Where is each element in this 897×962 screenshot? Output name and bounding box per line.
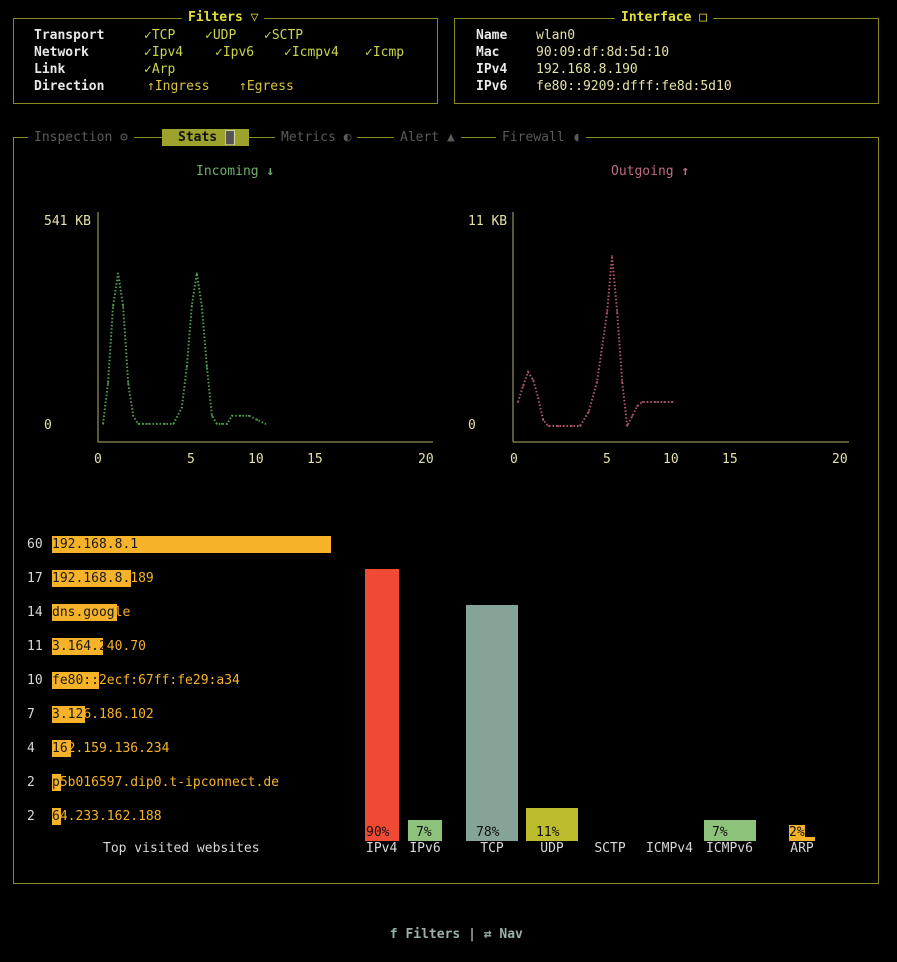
protocol-bar-ipv4 [365, 569, 399, 841]
outgoing-data-point [587, 411, 590, 413]
separator: | [468, 927, 476, 942]
site-host-label[interactable]: 192.168.8.1 [52, 536, 138, 554]
protocol-pct-label: 11% [536, 825, 560, 840]
site-count: 11 [27, 639, 43, 654]
site-count: 2 [27, 775, 35, 790]
protocol-name-label: IPv6 [409, 841, 441, 856]
outgoing-data-point [570, 425, 573, 427]
outgoing-data-point [532, 379, 535, 381]
protocol-pct-label: 7% [416, 825, 432, 840]
outgoing-xtick: 5 [603, 452, 611, 467]
outgoing-series-line [517, 255, 673, 430]
outgoing-data-point [641, 401, 644, 403]
outgoing-data-point [663, 401, 666, 403]
outgoing-data-point [601, 347, 603, 349]
outgoing-xtick: 0 [510, 452, 518, 467]
protocol-name-label: IPv4 [366, 841, 398, 856]
outgoing-data-point [621, 381, 624, 383]
site-count: 10 [27, 673, 43, 688]
outgoing-data-point [542, 419, 545, 421]
outgoing-data-point [522, 385, 524, 387]
outgoing-data-point [547, 425, 550, 427]
site-host-label[interactable]: 64.233.162.188 [52, 808, 162, 826]
outgoing-data-point [579, 425, 582, 427]
outgoing-chart [512, 212, 849, 443]
outgoing-data-point [527, 371, 530, 373]
site-host-label[interactable]: 3.126.186.102 [52, 706, 154, 724]
protocol-pct-label: 7% [712, 825, 728, 840]
site-host-label[interactable]: p5b016597.dip0.t-ipconnect.de [52, 774, 279, 792]
site-count: 7 [27, 707, 35, 722]
protocol-name-label: SCTP [594, 841, 626, 856]
site-host-label[interactable]: dns.google [52, 604, 130, 622]
outgoing-data-point [611, 255, 614, 257]
filters-shortcut[interactable]: f Filters [390, 927, 460, 942]
protocol-name-label: ICMPv4 [646, 841, 693, 856]
outgoing-data-point [562, 425, 565, 427]
outgoing-data-point [626, 425, 629, 427]
outgoing-data-point [606, 311, 608, 313]
outgoing-data-point [646, 401, 649, 403]
protocol-bar-tcp [466, 605, 518, 841]
outgoing-data-point [616, 311, 619, 313]
site-host-label[interactable]: 3.164.240.70 [52, 638, 146, 656]
footer-help: f Filters | ⇄ Nav [0, 909, 897, 943]
site-count: 4 [27, 741, 35, 756]
site-count: 17 [27, 571, 43, 586]
outgoing-xtick: 15 [722, 452, 738, 467]
outgoing-data-point [671, 401, 674, 403]
protocol-name-label: UDP [540, 841, 564, 856]
outgoing-xtick: 20 [832, 452, 848, 467]
outgoing-data-point [596, 381, 598, 383]
site-count: 2 [27, 809, 35, 824]
site-host-label[interactable]: fe80::2ecf:67ff:fe29:a34 [52, 672, 240, 690]
site-host-label[interactable]: 192.168.8.189 [52, 570, 154, 588]
top-sites-title: Top visited websites [103, 841, 260, 856]
outgoing-data-point [557, 425, 560, 427]
outgoing-data-point [552, 425, 555, 427]
protocol-name-label: ARP [790, 841, 814, 856]
site-count: 60 [27, 537, 43, 552]
outgoing-data-point [631, 415, 634, 417]
protocol-pct-label: 90% [366, 825, 390, 840]
nav-shortcut[interactable]: ⇄ Nav [484, 927, 523, 942]
protocol-name-label: ICMPv6 [706, 841, 753, 856]
outgoing-xtick: 10 [663, 452, 679, 467]
site-host-label[interactable]: 162.159.136.234 [52, 740, 169, 758]
outgoing-data-point [517, 401, 519, 403]
protocol-name-label: TCP [480, 841, 504, 856]
outgoing-data-point [537, 397, 540, 399]
outgoing-data-point [636, 405, 639, 407]
outgoing-data-point [654, 401, 657, 403]
protocol-pct-label: 2% [789, 825, 805, 841]
swap-icon: ⇄ [483, 927, 492, 942]
protocol-pct-label: 78% [476, 825, 500, 840]
site-count: 14 [27, 605, 43, 620]
